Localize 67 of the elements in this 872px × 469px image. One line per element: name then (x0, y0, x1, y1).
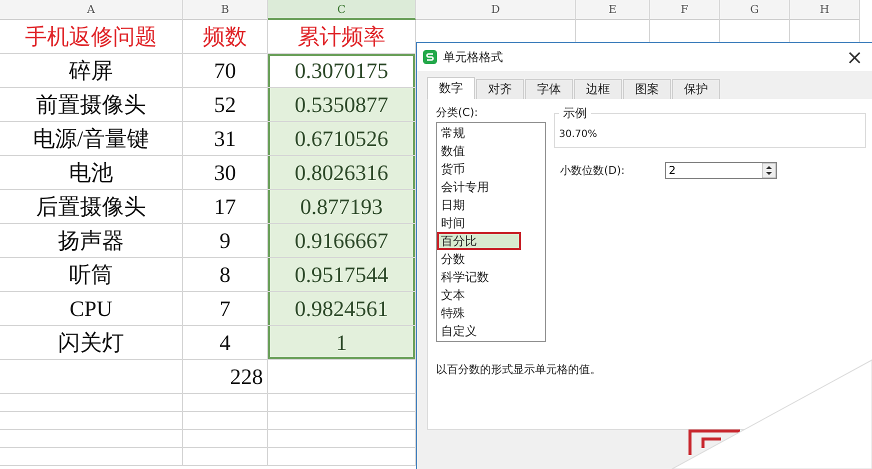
close-button[interactable]: × (846, 47, 863, 67)
table-cell: 0.3070175 (268, 54, 416, 88)
list-item[interactable]: 常规 (437, 124, 545, 142)
total-cell: 228 (183, 360, 268, 394)
tab[interactable]: 对齐 (476, 79, 524, 99)
header-cell: 频数 (183, 20, 268, 54)
list-item[interactable]: 会计专用 (437, 178, 545, 196)
description-text: 以百分数的形式显示单元格的值。 (436, 362, 602, 377)
table-cell: 8 (183, 258, 268, 292)
table-cell: 碎屏 (0, 54, 183, 88)
list-item[interactable]: 数值 (437, 142, 545, 160)
list-item[interactable]: 货币 (437, 160, 545, 178)
header-cell: 累计频率 (268, 20, 416, 54)
table-cell: 闪关灯 (0, 326, 183, 360)
decimal-spin-field[interactable]: 2 (664, 162, 777, 179)
table-cell: 0.5350877 (268, 88, 416, 122)
column-header[interactable]: H (790, 0, 860, 20)
column-header[interactable]: A (0, 0, 183, 20)
table-cell: 4 (183, 326, 268, 360)
table-cell: 30 (183, 156, 268, 190)
table-cell: 0.9824561 (268, 292, 416, 326)
list-item[interactable]: 科学记数 (437, 268, 545, 286)
table-cell: 前置摄像头 (0, 88, 183, 122)
tab[interactable]: 图案 (623, 79, 671, 99)
table-cell: 电池 (0, 156, 183, 190)
table-cell: 0.9166667 (268, 224, 416, 258)
decimal-label: 小数位数(D): (560, 163, 625, 178)
list-item[interactable]: 百分比 (437, 232, 521, 250)
table-cell: 听筒 (0, 258, 183, 292)
column-header[interactable]: C (268, 0, 416, 20)
table-cell: 0.9517544 (268, 258, 416, 292)
column-header[interactable]: B (183, 0, 268, 20)
column-header[interactable]: E (576, 0, 650, 20)
list-item[interactable]: 文本 (437, 286, 545, 304)
list-item[interactable]: 分数 (437, 250, 545, 268)
list-item[interactable]: 自定义 (437, 322, 545, 340)
column-header[interactable]: G (720, 0, 790, 20)
table-cell: 0.877193 (268, 190, 416, 224)
table-cell: CPU (0, 292, 183, 326)
table-cell: 9 (183, 224, 268, 258)
column-header[interactable]: D (416, 0, 576, 20)
table-cell: 31 (183, 122, 268, 156)
header-cell: 手机返修问题 (0, 20, 183, 54)
list-item[interactable]: 日期 (437, 196, 545, 214)
list-item[interactable]: 时间 (437, 214, 545, 232)
table-cell: 17 (183, 190, 268, 224)
tab[interactable]: 字体 (525, 79, 573, 99)
sample-label: 示例 (562, 105, 588, 122)
table-cell: 70 (183, 54, 268, 88)
tab[interactable]: 边框 (574, 79, 622, 99)
table-cell: 52 (183, 88, 268, 122)
table-cell: 0.6710526 (268, 122, 416, 156)
column-header[interactable]: F (650, 0, 720, 20)
category-label: 分类(C): (436, 105, 479, 120)
table-cell: 电源/音量键 (0, 122, 183, 156)
table-cell: 0.8026316 (268, 156, 416, 190)
table-cell: 后置摄像头 (0, 190, 183, 224)
table-cell: 扬声器 (0, 224, 183, 258)
app-logo-icon (423, 50, 437, 64)
list-item[interactable]: 特殊 (437, 304, 545, 322)
table-cell: 7 (183, 292, 268, 326)
sample-value: 30.70% (559, 129, 598, 140)
window-title: 单元格格式 (443, 48, 504, 66)
table-cell: 1 (268, 326, 416, 360)
tab[interactable]: 数字 (427, 77, 475, 99)
spin-arrows-icon[interactable] (762, 163, 776, 178)
tab[interactable]: 保护 (672, 79, 720, 99)
